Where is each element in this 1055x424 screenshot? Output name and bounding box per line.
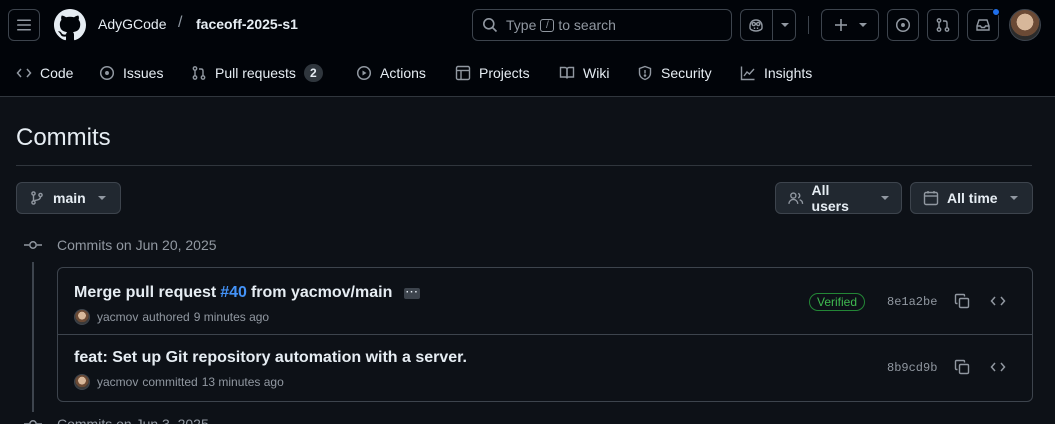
page-title: Commits [16,124,111,151]
commit-list: Merge pull request #40 from yacmov/main … [57,267,1033,402]
chevron-down-icon[interactable] [780,23,789,27]
tab-label: Pull requests [215,65,296,81]
commit-action: authored [142,310,190,324]
branch-name: main [53,190,86,206]
tab-insights[interactable]: Insights [740,62,812,84]
tab-projects[interactable]: Projects [455,62,530,84]
header-divider [808,16,809,34]
play-icon [356,65,372,81]
time-filter[interactable]: All time [910,182,1033,214]
table-icon [455,65,471,81]
expand-message-button[interactable]: ··· [404,287,421,299]
global-header: AdyGCode / faceoff-2025-s1 Type / to sea… [0,0,1055,50]
pull-request-icon [936,18,950,32]
calendar-icon [923,191,939,206]
pull-requests-button[interactable] [927,9,959,41]
git-commit-icon [24,241,42,249]
github-logo-icon[interactable] [54,9,86,41]
tab-wiki[interactable]: Wiki [559,62,609,84]
search-shortcut-key: / [540,18,555,32]
commit-message[interactable]: feat: Set up Git repository automation w… [74,349,467,367]
commit-row: feat: Set up Git repository automation w… [58,336,1032,403]
repo-name-link[interactable]: faceoff-2025-s1 [196,16,298,32]
commit-meta: yacmov authored 9 minutes ago [74,309,269,325]
chevron-down-icon [97,196,106,200]
tab-label: Insights [764,65,813,81]
commit-message[interactable]: Merge pull request #40 from yacmov/main … [74,284,421,302]
search-input[interactable]: Type / to search [472,9,732,41]
browse-code-icon[interactable] [990,359,1006,375]
commit-author[interactable]: yacmov [97,310,138,324]
chevron-down-icon [859,23,867,27]
commit-group-heading: Commits on Jun 20, 2025 [57,237,217,253]
breadcrumb-separator: / [178,14,183,31]
pull-requests-count: 2 [303,64,323,82]
chevron-down-icon [881,196,889,200]
menu-button[interactable] [8,9,40,41]
browse-code-icon[interactable] [990,293,1006,309]
timeline-line [32,262,34,412]
user-avatar[interactable] [1009,9,1041,41]
issues-button[interactable] [887,9,919,41]
avatar[interactable] [74,374,90,390]
graph-icon [740,66,755,81]
tab-actions[interactable]: Actions [356,62,426,84]
avatar[interactable] [74,309,90,325]
shield-icon [638,65,652,81]
create-new-button[interactable] [821,9,879,41]
branch-selector[interactable]: main [16,182,121,214]
hamburger-icon [17,19,31,31]
commit-meta: yacmov committed 13 minutes ago [74,374,284,390]
git-commit-icon [24,420,42,424]
commit-action: committed [142,375,198,389]
copilot-button[interactable] [740,9,796,41]
tab-label: Actions [380,65,426,81]
inbox-icon [976,19,990,31]
copilot-icon [748,19,763,32]
tab-label: Issues [123,65,164,81]
commit-message-prefix[interactable]: Merge pull request [74,284,216,302]
commit-author[interactable]: yacmov [97,375,138,389]
tab-label: Code [40,65,74,81]
time-filter-label: All time [947,190,998,206]
users-filter[interactable]: All users [775,182,902,214]
people-icon [788,192,804,204]
search-placeholder-after: to search [558,17,616,33]
tab-security[interactable]: Security [637,62,712,84]
tab-label: Wiki [583,65,610,81]
commit-group-heading: Commits on Jun 3, 2025 [57,416,209,424]
commit-message-suffix[interactable]: from yacmov/main [251,284,392,302]
tab-label: Projects [479,65,530,81]
users-filter-label: All users [811,182,849,214]
search-placeholder-before: Type [506,17,537,33]
plus-icon [835,19,847,31]
search-icon [483,18,498,33]
title-divider [16,165,1032,166]
notification-dot [992,8,1000,16]
copy-icon[interactable] [954,359,970,375]
copilot-divider [771,10,773,40]
pull-request-icon [192,66,206,80]
commit-row: Merge pull request #40 from yacmov/main … [58,268,1032,335]
pull-request-link[interactable]: #40 [220,284,247,302]
issue-icon [99,65,115,81]
tab-code[interactable]: Code [16,62,73,84]
tab-issues[interactable]: Issues [99,62,163,84]
tab-label: Security [661,65,712,81]
copy-icon[interactable] [954,293,970,309]
commit-time: 9 minutes ago [193,310,270,324]
tab-pull-requests[interactable]: Pull requests 2 [191,62,323,84]
commit-time: 13 minutes ago [201,375,284,389]
issue-icon [895,17,911,33]
commit-sha[interactable]: 8e1a2be [887,295,937,309]
search-placeholder: Type / to search [506,17,616,33]
code-icon [16,68,32,78]
chevron-down-icon [1009,196,1018,200]
verified-badge[interactable]: Verified [809,293,866,311]
commit-sha[interactable]: 8b9cd9b [887,361,937,375]
branch-icon [31,191,43,205]
repo-owner-link[interactable]: AdyGCode [98,16,166,32]
book-icon [559,66,575,79]
